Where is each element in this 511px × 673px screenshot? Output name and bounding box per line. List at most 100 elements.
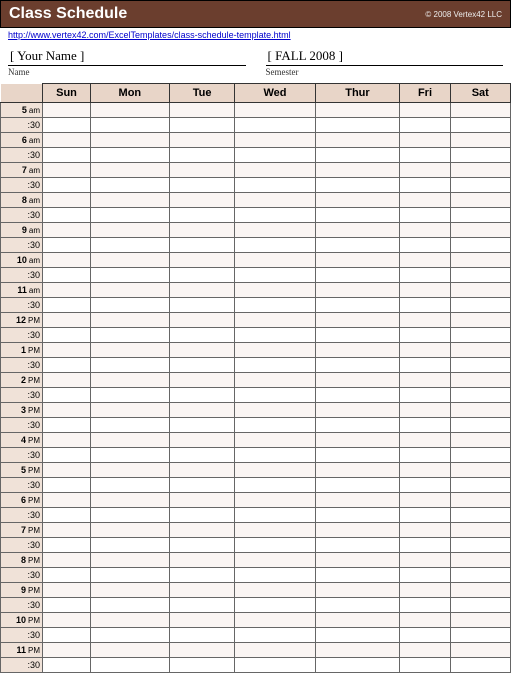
schedule-cell[interactable]	[235, 328, 315, 343]
schedule-cell[interactable]	[450, 643, 510, 658]
schedule-cell[interactable]	[235, 268, 315, 283]
schedule-cell[interactable]	[235, 523, 315, 538]
schedule-cell[interactable]	[315, 253, 400, 268]
schedule-cell[interactable]	[43, 193, 91, 208]
schedule-cell[interactable]	[43, 148, 91, 163]
schedule-cell[interactable]	[91, 208, 170, 223]
schedule-cell[interactable]	[91, 328, 170, 343]
schedule-cell[interactable]	[43, 358, 91, 373]
schedule-cell[interactable]	[91, 523, 170, 538]
schedule-cell[interactable]	[91, 433, 170, 448]
schedule-cell[interactable]	[450, 298, 510, 313]
schedule-cell[interactable]	[43, 643, 91, 658]
schedule-cell[interactable]	[315, 463, 400, 478]
schedule-cell[interactable]	[235, 448, 315, 463]
schedule-cell[interactable]	[235, 598, 315, 613]
schedule-cell[interactable]	[235, 358, 315, 373]
schedule-cell[interactable]	[91, 658, 170, 673]
schedule-cell[interactable]	[91, 223, 170, 238]
schedule-cell[interactable]	[235, 118, 315, 133]
schedule-cell[interactable]	[450, 358, 510, 373]
schedule-cell[interactable]	[169, 463, 235, 478]
schedule-cell[interactable]	[400, 418, 450, 433]
schedule-cell[interactable]	[43, 478, 91, 493]
schedule-cell[interactable]	[169, 193, 235, 208]
schedule-cell[interactable]	[400, 478, 450, 493]
schedule-cell[interactable]	[450, 238, 510, 253]
schedule-cell[interactable]	[400, 238, 450, 253]
schedule-cell[interactable]	[315, 208, 400, 223]
schedule-cell[interactable]	[43, 298, 91, 313]
schedule-cell[interactable]	[169, 208, 235, 223]
schedule-cell[interactable]	[450, 478, 510, 493]
schedule-cell[interactable]	[450, 658, 510, 673]
schedule-cell[interactable]	[43, 373, 91, 388]
schedule-cell[interactable]	[43, 268, 91, 283]
schedule-cell[interactable]	[91, 253, 170, 268]
schedule-cell[interactable]	[235, 313, 315, 328]
semester-value[interactable]: [ FALL 2008 ]	[266, 48, 504, 66]
schedule-cell[interactable]	[400, 433, 450, 448]
schedule-cell[interactable]	[43, 163, 91, 178]
schedule-cell[interactable]	[400, 133, 450, 148]
schedule-cell[interactable]	[315, 628, 400, 643]
schedule-cell[interactable]	[169, 133, 235, 148]
schedule-cell[interactable]	[235, 283, 315, 298]
schedule-cell[interactable]	[400, 388, 450, 403]
schedule-cell[interactable]	[400, 223, 450, 238]
schedule-cell[interactable]	[91, 283, 170, 298]
schedule-cell[interactable]	[91, 613, 170, 628]
schedule-cell[interactable]	[315, 403, 400, 418]
schedule-cell[interactable]	[450, 508, 510, 523]
schedule-cell[interactable]	[315, 283, 400, 298]
schedule-cell[interactable]	[450, 433, 510, 448]
schedule-cell[interactable]	[235, 403, 315, 418]
schedule-cell[interactable]	[169, 508, 235, 523]
schedule-cell[interactable]	[43, 583, 91, 598]
schedule-cell[interactable]	[91, 358, 170, 373]
schedule-cell[interactable]	[400, 298, 450, 313]
schedule-cell[interactable]	[400, 193, 450, 208]
schedule-cell[interactable]	[169, 313, 235, 328]
schedule-cell[interactable]	[169, 298, 235, 313]
schedule-cell[interactable]	[235, 223, 315, 238]
schedule-cell[interactable]	[91, 418, 170, 433]
schedule-cell[interactable]	[400, 403, 450, 418]
schedule-cell[interactable]	[43, 253, 91, 268]
schedule-cell[interactable]	[235, 208, 315, 223]
schedule-cell[interactable]	[169, 118, 235, 133]
schedule-cell[interactable]	[235, 178, 315, 193]
schedule-cell[interactable]	[315, 268, 400, 283]
schedule-cell[interactable]	[400, 523, 450, 538]
schedule-cell[interactable]	[315, 373, 400, 388]
schedule-cell[interactable]	[169, 373, 235, 388]
schedule-cell[interactable]	[43, 343, 91, 358]
schedule-cell[interactable]	[450, 178, 510, 193]
schedule-cell[interactable]	[235, 643, 315, 658]
schedule-cell[interactable]	[43, 613, 91, 628]
schedule-cell[interactable]	[450, 328, 510, 343]
schedule-cell[interactable]	[43, 538, 91, 553]
schedule-cell[interactable]	[169, 268, 235, 283]
schedule-cell[interactable]	[169, 478, 235, 493]
schedule-cell[interactable]	[91, 583, 170, 598]
schedule-cell[interactable]	[169, 343, 235, 358]
schedule-cell[interactable]	[169, 523, 235, 538]
schedule-cell[interactable]	[400, 598, 450, 613]
schedule-cell[interactable]	[450, 613, 510, 628]
schedule-cell[interactable]	[169, 403, 235, 418]
schedule-cell[interactable]	[450, 418, 510, 433]
schedule-cell[interactable]	[315, 523, 400, 538]
schedule-cell[interactable]	[450, 283, 510, 298]
schedule-cell[interactable]	[400, 373, 450, 388]
template-url-link[interactable]: http://www.vertex42.com/ExcelTemplates/c…	[8, 30, 291, 40]
schedule-cell[interactable]	[400, 178, 450, 193]
schedule-cell[interactable]	[450, 523, 510, 538]
schedule-cell[interactable]	[43, 463, 91, 478]
schedule-cell[interactable]	[450, 493, 510, 508]
schedule-cell[interactable]	[91, 388, 170, 403]
schedule-cell[interactable]	[315, 103, 400, 118]
schedule-cell[interactable]	[169, 328, 235, 343]
schedule-cell[interactable]	[315, 448, 400, 463]
schedule-cell[interactable]	[43, 403, 91, 418]
